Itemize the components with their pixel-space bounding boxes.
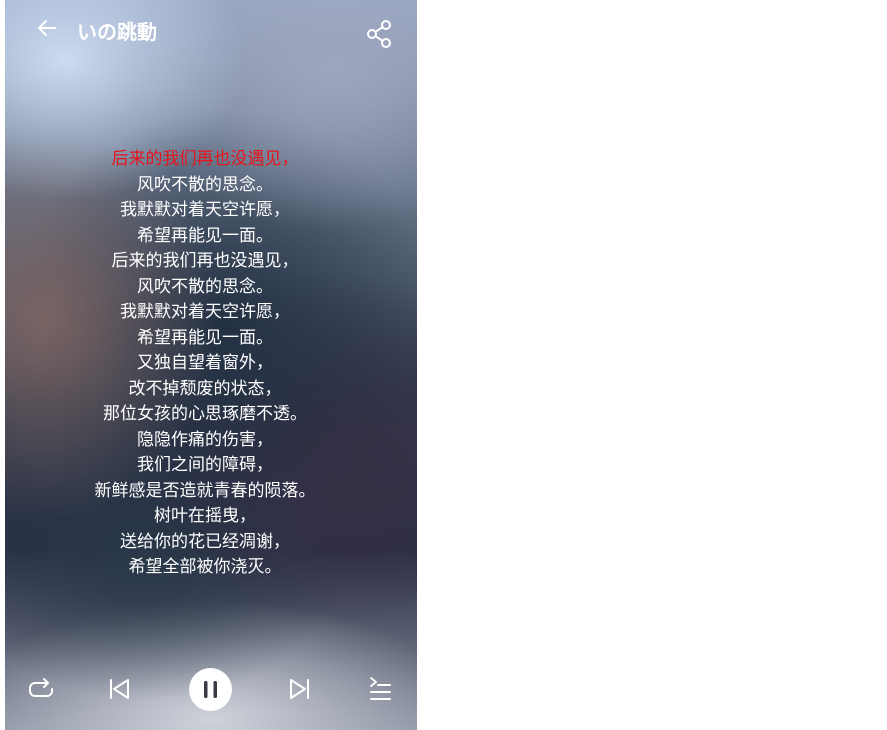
share-button[interactable] <box>363 18 395 50</box>
lyric-line[interactable]: 送给你的花已经凋谢， <box>5 530 405 556</box>
playback-controls <box>5 665 417 713</box>
pause-icon <box>204 681 217 698</box>
repeat-button[interactable] <box>25 673 57 705</box>
share-icon <box>367 20 391 48</box>
top-bar: いの跳動 <box>5 0 417 60</box>
lyric-line-active[interactable]: 后来的我们再也没遇见， <box>5 147 405 173</box>
previous-button[interactable] <box>103 673 135 705</box>
skip-previous-icon <box>110 679 129 699</box>
music-player: いの跳動 后来的我们再也没遇见， 风吹不散的思念。 我默默对着天空许愿， 希望再能见一… <box>5 0 417 730</box>
repeat-icon <box>29 678 53 697</box>
song-title: いの跳動 <box>77 20 157 44</box>
next-button[interactable] <box>284 673 316 705</box>
playlist-icon <box>370 677 391 700</box>
play-pause-button[interactable] <box>189 668 232 711</box>
lyric-line[interactable]: 希望再能见一面。 <box>5 326 405 352</box>
lyric-line[interactable]: 隐隐作痛的伤害， <box>5 428 405 454</box>
lyric-line[interactable]: 又独自望着窗外， <box>5 351 405 377</box>
back-button[interactable] <box>33 14 61 42</box>
skip-next-icon <box>290 679 309 699</box>
arrow-left-icon <box>38 20 56 36</box>
lyric-line[interactable]: 后来的我们再也没遇见， <box>5 249 405 275</box>
lyric-line[interactable]: 树叶在摇曳， <box>5 504 405 530</box>
lyric-line[interactable]: 风吹不散的思念。 <box>5 275 405 301</box>
lyric-line[interactable]: 风吹不散的思念。 <box>5 173 405 199</box>
lyric-line[interactable]: 我默默对着天空许愿， <box>5 300 405 326</box>
lyric-line[interactable]: 改不掉颓废的状态， <box>5 377 405 403</box>
lyric-line[interactable]: 新鲜感是否造就青春的陨落。 <box>5 479 405 505</box>
lyric-line[interactable]: 我默默对着天空许愿， <box>5 198 405 224</box>
lyrics-list: 后来的我们再也没遇见， 风吹不散的思念。 我默默对着天空许愿， 希望再能见一面。 后来的… <box>5 147 405 581</box>
lyric-line[interactable]: 希望再能见一面。 <box>5 224 405 250</box>
lyric-line[interactable]: 那位女孩的心思琢磨不透。 <box>5 402 405 428</box>
playlist-button[interactable] <box>364 673 396 705</box>
lyric-line[interactable]: 我们之间的障碍， <box>5 453 405 479</box>
lyric-line[interactable]: 希望全部被你浇灭。 <box>5 555 405 581</box>
